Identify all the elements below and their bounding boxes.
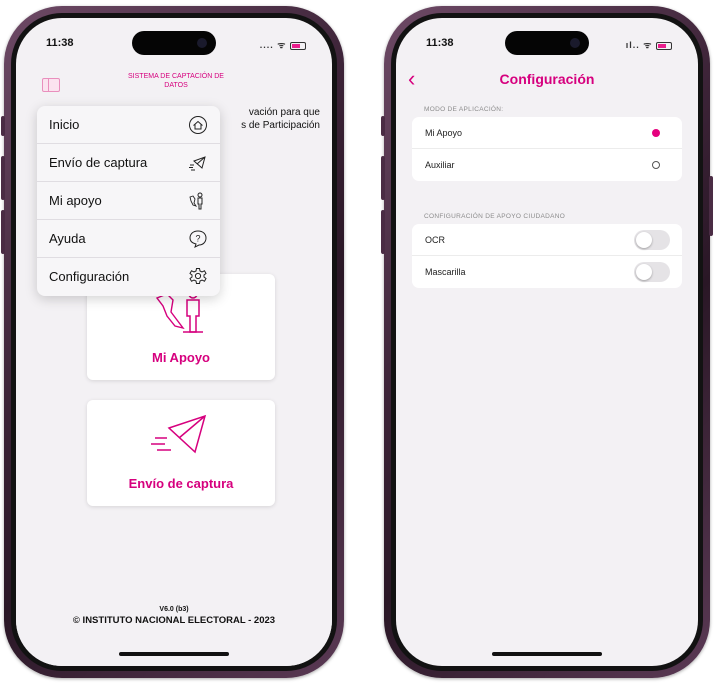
side-menu: Inicio Envío de captura Mi apoyo Ayuda ?… (37, 106, 220, 296)
mascarilla-toggle[interactable] (634, 262, 670, 282)
phone-frame-left: 11:38 .... ᯤ SISTEMA DE CAPTACIÓN DE DAT… (1, 6, 344, 678)
menu-item-mi-apoyo[interactable]: Mi apoyo (37, 182, 220, 220)
status-icons: ıl.. ᯤ (626, 38, 672, 51)
phone-frame-right: 11:38 ıl.. ᯤ ‹ Configuración MODO DE APL… (381, 6, 713, 678)
nav-bar: ‹ Configuración (396, 66, 698, 96)
send-envelope-icon (151, 414, 207, 454)
status-time: 11:38 (46, 37, 74, 49)
signal-icon: .... (259, 40, 274, 50)
setting-mascarilla: Mascarilla (412, 256, 682, 288)
menu-item-envio[interactable]: Envío de captura (37, 144, 220, 182)
gear-icon (189, 268, 207, 284)
radio-selected-icon (652, 129, 660, 137)
send-envelope-icon (189, 156, 206, 171)
wifi-icon: ᯤ (277, 40, 287, 50)
dynamic-island (505, 31, 589, 55)
dynamic-island (132, 31, 216, 55)
app-header: SISTEMA DE CAPTACIÓN DE DATOS (16, 62, 332, 102)
menu-item-configuracion[interactable]: Configuración (37, 258, 220, 296)
menu-item-ayuda[interactable]: Ayuda ? (37, 220, 220, 258)
screen-configuracion: 11:38 ıl.. ᯤ ‹ Configuración MODO DE APL… (396, 18, 698, 666)
svg-text:?: ? (195, 234, 200, 244)
home-indicator[interactable] (119, 652, 229, 656)
card-envio-captura[interactable]: Envío de captura (87, 400, 275, 506)
wifi-icon: ᯤ (643, 40, 653, 50)
setting-label: OCR (425, 235, 445, 245)
home-icon (189, 116, 207, 134)
page-title: Configuración (499, 71, 595, 87)
app-title: SISTEMA DE CAPTACIÓN DE DATOS (128, 73, 224, 89)
menu-item-label: Configuración (49, 269, 130, 284)
home-indicator[interactable] (492, 652, 602, 656)
radio-unselected-icon (652, 161, 660, 169)
support-person-icon (189, 192, 203, 210)
version-text: V6.0 (b3) (159, 606, 189, 613)
battery-icon (656, 41, 672, 50)
group-apoyo-ciudadano: OCR Mascarilla (412, 224, 682, 288)
card-label: Envío de captura (128, 476, 234, 491)
signal-icon: ıl.. (625, 40, 640, 50)
card-label: Mi Apoyo (151, 350, 210, 365)
setting-ocr: OCR (412, 224, 682, 256)
option-label: Mi Apoyo (425, 128, 463, 138)
screen-home: 11:38 .... ᯤ SISTEMA DE CAPTACIÓN DE DAT… (16, 18, 332, 666)
ocr-toggle[interactable] (634, 230, 670, 250)
group-modo-aplicacion: Mi Apoyo Auxiliar (412, 117, 682, 181)
help-icon: ? (189, 230, 207, 248)
section-header-apoyo: CONFIGURACIÓN DE APOYO CIUDADANO (424, 213, 566, 220)
menu-item-inicio[interactable]: Inicio (37, 106, 220, 144)
footer: V6.0 (b3) © INSTITUTO NACIONAL ELECTORAL… (16, 606, 332, 626)
setting-label: Mascarilla (425, 267, 466, 277)
sidebar-toggle-icon[interactable] (42, 78, 60, 92)
menu-item-label: Inicio (49, 117, 80, 132)
option-auxiliar[interactable]: Auxiliar (412, 149, 682, 181)
menu-item-label: Ayuda (49, 231, 86, 246)
menu-item-label: Envío de captura (49, 155, 148, 170)
option-mi-apoyo[interactable]: Mi Apoyo (412, 117, 682, 149)
option-label: Auxiliar (425, 160, 455, 170)
status-icons: .... ᯤ (260, 38, 306, 51)
status-time: 11:38 (426, 37, 454, 49)
menu-item-label: Mi apoyo (49, 193, 102, 208)
section-header-modo: MODO DE APLICACIÓN: (424, 106, 504, 113)
copyright-text: © INSTITUTO NACIONAL ELECTORAL - 2023 (72, 615, 276, 626)
battery-icon (290, 41, 306, 50)
